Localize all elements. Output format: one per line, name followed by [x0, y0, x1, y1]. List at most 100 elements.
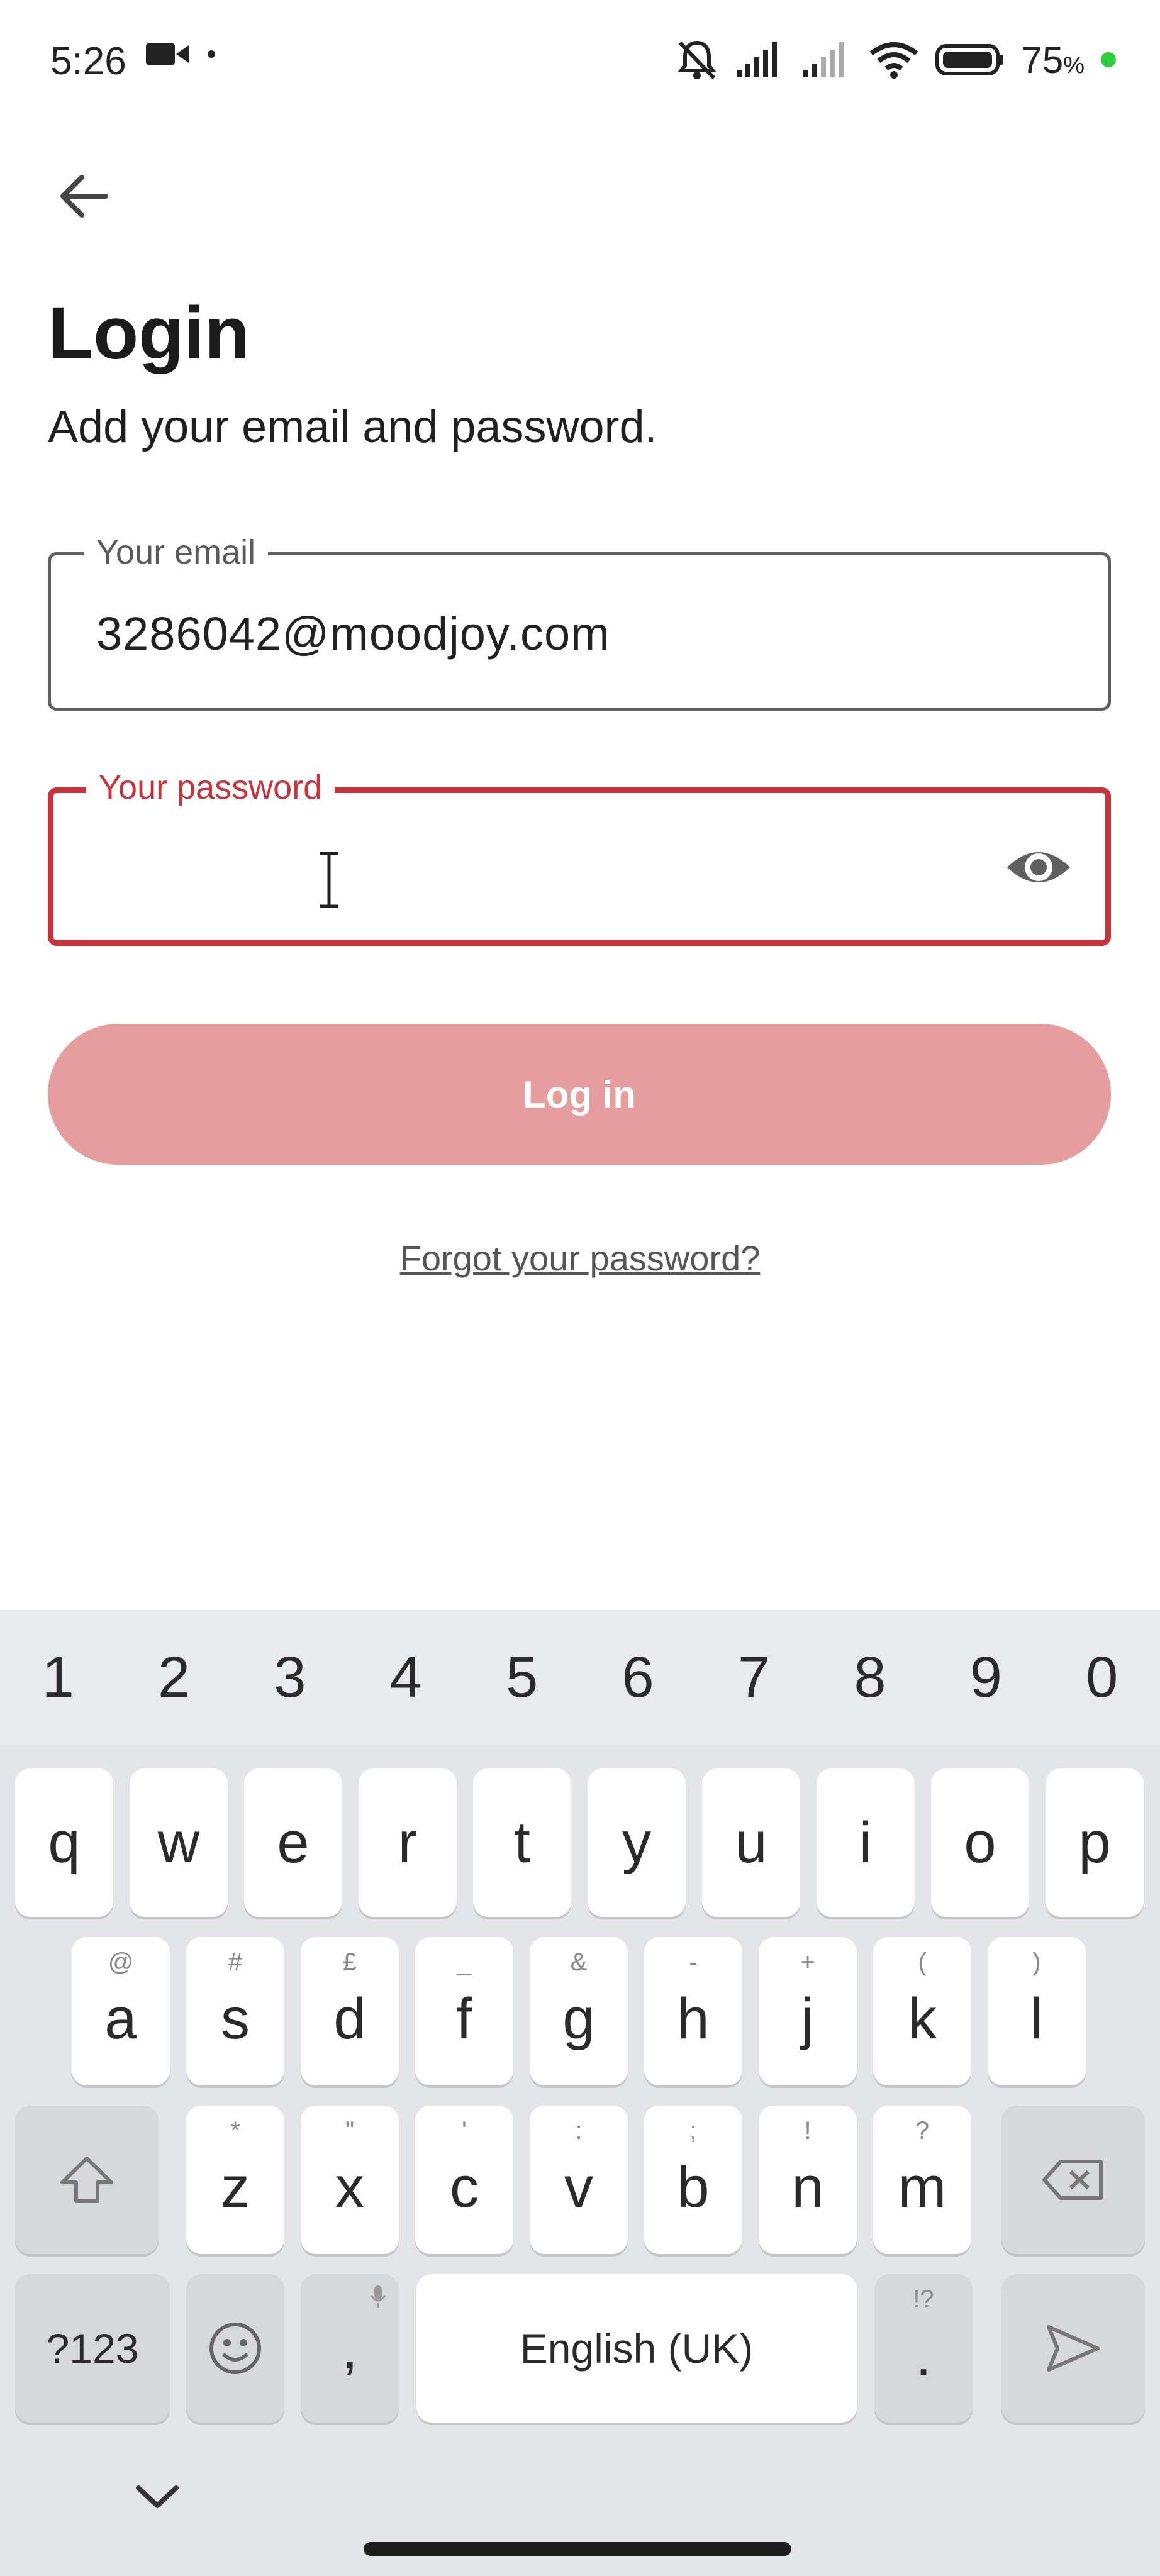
send-icon — [1047, 2325, 1100, 2372]
key-hint: * — [230, 2117, 240, 2145]
key-m[interactable]: ? m — [873, 2106, 971, 2254]
key-hint: ? — [915, 2117, 930, 2145]
key-label: l — [1030, 1986, 1044, 2051]
key-r[interactable]: r — [359, 1768, 457, 1917]
key-label: x — [335, 2155, 364, 2219]
page-subtitle: Add your email and password. — [48, 402, 657, 452]
hide-keyboard-button[interactable] — [126, 2478, 189, 2519]
key-o[interactable]: o — [931, 1768, 1029, 1917]
number-key-9[interactable]: 9 — [932, 1645, 1039, 1711]
key-d[interactable]: £ d — [301, 1937, 399, 2085]
key-q[interactable]: q — [15, 1768, 113, 1917]
text-cursor-icon — [320, 852, 338, 908]
video-camera-icon — [146, 43, 189, 65]
key-a[interactable]: @ a — [72, 1937, 170, 2085]
key-hint: £ — [342, 1948, 357, 1976]
key-label: . — [915, 2323, 932, 2388]
key-hint: " — [345, 2117, 355, 2145]
key-g[interactable]: & g — [530, 1937, 628, 2085]
password-field[interactable]: Your password — [48, 768, 1111, 946]
key-c[interactable]: ' c — [415, 2106, 513, 2254]
key-label: s — [221, 1986, 250, 2051]
key-label: g — [562, 1986, 595, 2051]
key-t[interactable]: t — [473, 1768, 571, 1917]
mute-bell-icon — [678, 40, 717, 80]
arrow-left-icon — [60, 175, 108, 218]
forgot-password-link[interactable]: Forgot your password? — [0, 1238, 1160, 1279]
comma-key[interactable]: , — [301, 2274, 399, 2423]
symbols-key[interactable]: ?123 — [15, 2274, 170, 2423]
key-l[interactable]: ) l — [988, 1937, 1086, 2085]
password-label: Your password — [86, 768, 335, 807]
key-f[interactable]: _ f — [415, 1937, 513, 2085]
charging-dot — [1101, 52, 1116, 67]
key-label: n — [791, 2155, 824, 2219]
key-label: t — [514, 1810, 530, 1875]
backspace-icon — [1042, 2160, 1103, 2200]
key-hint: !? — [913, 2285, 934, 2313]
emoji-icon — [209, 2323, 261, 2374]
key-e[interactable]: e — [244, 1768, 342, 1917]
key-p[interactable]: p — [1046, 1768, 1144, 1917]
key-k[interactable]: (k — [873, 1937, 971, 2085]
key-label: ?123 — [46, 2325, 139, 2372]
battery-percent: 75% — [1021, 38, 1085, 81]
back-button[interactable] — [50, 164, 116, 229]
key-w[interactable]: w — [130, 1768, 228, 1917]
key-hint: _ — [457, 1948, 472, 1976]
key-y[interactable]: y — [588, 1768, 686, 1917]
key-hint: ) — [1032, 1948, 1041, 1976]
number-key-5[interactable]: 5 — [469, 1645, 576, 1711]
period-key[interactable]: !?. — [874, 2274, 973, 2423]
number-key-4[interactable]: 4 — [352, 1645, 459, 1711]
key-label: English (UK) — [520, 2325, 754, 2372]
chevron-down-icon — [136, 2485, 179, 2508]
email-label: Your email — [84, 533, 269, 572]
key-label: y — [622, 1810, 651, 1875]
number-key-7[interactable]: 7 — [701, 1645, 808, 1711]
number-key-8[interactable]: 8 — [817, 1645, 923, 1711]
key-b[interactable]: ; b — [644, 2106, 742, 2254]
battery-icon — [935, 44, 1004, 75]
shift-icon — [60, 2157, 113, 2203]
enter-key[interactable] — [1001, 2274, 1145, 2423]
key-x[interactable]: " x — [301, 2106, 399, 2254]
key-label: h — [677, 1986, 710, 2051]
key-hint: ; — [689, 2117, 697, 2145]
emoji-key[interactable] — [186, 2274, 284, 2423]
keyboard: 1234567890 q w e r t y u i o p @ a # s £ d _ f & g - h + j(k) l *… — [0, 1610, 1160, 2576]
key-hint: & — [570, 1948, 588, 1976]
number-key-3[interactable]: 3 — [237, 1645, 343, 1711]
email-field[interactable]: Your email 3286042@moodjoy.com — [48, 533, 1111, 711]
backspace-key[interactable] — [1001, 2106, 1145, 2254]
number-key-2[interactable]: 2 — [121, 1645, 228, 1711]
eye-icon[interactable] — [1005, 837, 1073, 897]
key-u[interactable]: u — [702, 1768, 800, 1917]
key-hint: ( — [918, 1948, 927, 1976]
key-h[interactable]: -h — [644, 1937, 742, 2085]
key-hint: @ — [108, 1948, 134, 1976]
space-key[interactable]: English (UK) — [416, 2274, 857, 2423]
key-label: u — [735, 1810, 767, 1875]
key-label: f — [456, 1986, 472, 2051]
shift-key[interactable] — [15, 2106, 159, 2254]
key-label: j — [801, 1986, 815, 2051]
number-key-0[interactable]: 0 — [1049, 1645, 1156, 1711]
email-value[interactable]: 3286042@moodjoy.com — [96, 607, 610, 660]
key-hint: + — [800, 1948, 815, 1976]
key-j[interactable]: + j — [759, 1937, 857, 2085]
status-right-icons: 75% — [675, 38, 1116, 82]
notification-dot-icon — [208, 50, 215, 58]
key-label: v — [564, 2155, 593, 2219]
home-indicator[interactable] — [364, 2542, 791, 2556]
number-key-6[interactable]: 6 — [584, 1645, 691, 1711]
key-i[interactable]: i — [817, 1768, 915, 1917]
login-button[interactable]: Log in — [48, 1024, 1111, 1165]
key-hint: - — [689, 1948, 698, 1976]
key-s[interactable]: # s — [186, 1937, 284, 2085]
key-n[interactable]: ! n — [759, 2106, 857, 2254]
number-key-1[interactable]: 1 — [4, 1645, 111, 1711]
key-z[interactable]: * z — [186, 2106, 284, 2254]
key-label: r — [398, 1810, 418, 1875]
key-v[interactable]: :v — [530, 2106, 628, 2254]
